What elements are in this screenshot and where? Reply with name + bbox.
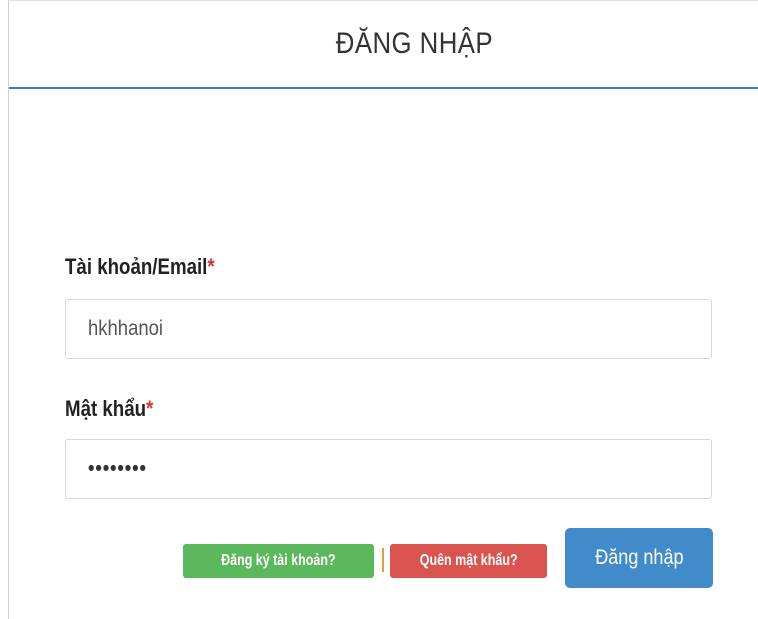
forgot-password-link[interactable]: Quên mật khẩu? — [390, 544, 547, 578]
username-field[interactable]: hkhhanoi — [65, 299, 712, 359]
register-link[interactable]: Đăng ký tài khoản? — [183, 544, 374, 578]
login-button-label: Đăng nhập — [594, 546, 684, 569]
password-label: Mật khẩu* — [65, 396, 153, 422]
password-value: •••••••• — [88, 457, 147, 480]
username-label-text: Tài khoản/Email — [65, 254, 208, 279]
username-label: Tài khoản/Email* — [65, 254, 215, 280]
link-separator — [382, 548, 384, 572]
panel-header: ĐĂNG NHẬP — [9, 1, 758, 89]
login-button[interactable]: Đăng nhập — [565, 528, 713, 588]
required-mark: * — [146, 396, 154, 421]
login-panel: ĐĂNG NHẬP Tài khoản/Email* hkhhanoi Mật … — [8, 0, 758, 619]
forgot-password-label: Quên mật khẩu? — [419, 552, 518, 569]
form-actions: Đăng ký tài khoản? Quên mật khẩu? Đăng n… — [9, 528, 758, 588]
password-label-text: Mật khẩu — [65, 396, 147, 421]
required-mark: * — [207, 254, 215, 279]
username-value: hkhhanoi — [88, 317, 164, 340]
register-link-label: Đăng ký tài khoản? — [221, 552, 336, 569]
password-field[interactable]: •••••••• — [65, 439, 712, 499]
page-title: ĐĂNG NHẬP — [335, 27, 493, 60]
